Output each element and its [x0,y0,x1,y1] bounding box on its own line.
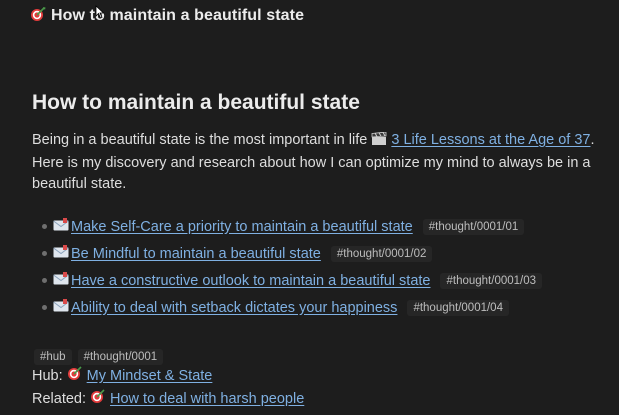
hub-label: Hub: [32,368,63,384]
dart-icon [67,365,83,388]
mouse-cursor-icon [95,5,105,19]
thought-link[interactable]: Be Mindful to maintain a beautiful state [71,246,321,262]
bullet-dot [42,278,47,283]
list-item: Be Mindful to maintain a beautiful state… [42,240,602,267]
related-row: Related: How to deal with harsh people [32,388,602,411]
hub-row: Hub: My Mindset & State [32,365,602,388]
tags-row: #hub #thought/0001 [34,349,602,365]
page-heading: How to maintain a beautiful state [32,91,360,114]
intro-link[interactable]: 3 Life Lessons at the Age of 37 [391,132,590,148]
list-item: Make Self-Care a priority to maintain a … [42,213,602,240]
dart-icon [90,388,106,411]
thought-list: Make Self-Care a priority to maintain a … [32,213,602,321]
meta-section: Hub: My Mindset & State Related: How to … [32,365,602,411]
related-link[interactable]: How to deal with harsh people [110,389,304,410]
hub-link[interactable]: My Mindset & State [87,366,213,387]
tag[interactable]: #thought/0001/04 [407,299,509,316]
tag[interactable]: #thought/0001/02 [330,245,433,262]
page-titlebar: How to maintain a beautiful state [30,4,304,28]
note-content: How to maintain a beautiful state Being … [32,88,602,411]
list-item: Ability to deal with setback dictates yo… [42,294,602,321]
thought-link[interactable]: Have a constructive outlook to maintain … [71,273,430,289]
tag-hub[interactable]: #hub [34,349,72,365]
clapper-icon [371,131,387,153]
intro-paragraph: Being in a beautiful state is the most i… [32,130,602,195]
envelope-icon [53,271,69,290]
envelope-icon [53,217,69,236]
bullet-dot [42,305,47,310]
envelope-icon [53,244,69,263]
tag-thought[interactable]: #thought/0001 [77,349,164,365]
tag[interactable]: #thought/0001/01 [422,218,525,235]
intro-text: Being in a beautiful state is the most i… [32,132,372,148]
envelope-icon [53,298,69,317]
header-title[interactable]: How to maintain a beautiful state [51,7,304,25]
tag[interactable]: #thought/0001/03 [440,272,543,289]
thought-link[interactable]: Ability to deal with setback dictates yo… [71,300,397,316]
bullet-dot [42,251,47,256]
bullet-dot [42,224,47,229]
related-label: Related: [32,391,87,407]
list-item: Have a constructive outlook to maintain … [42,267,602,294]
thought-link[interactable]: Make Self-Care a priority to maintain a … [71,219,413,235]
dart-icon [30,6,46,27]
